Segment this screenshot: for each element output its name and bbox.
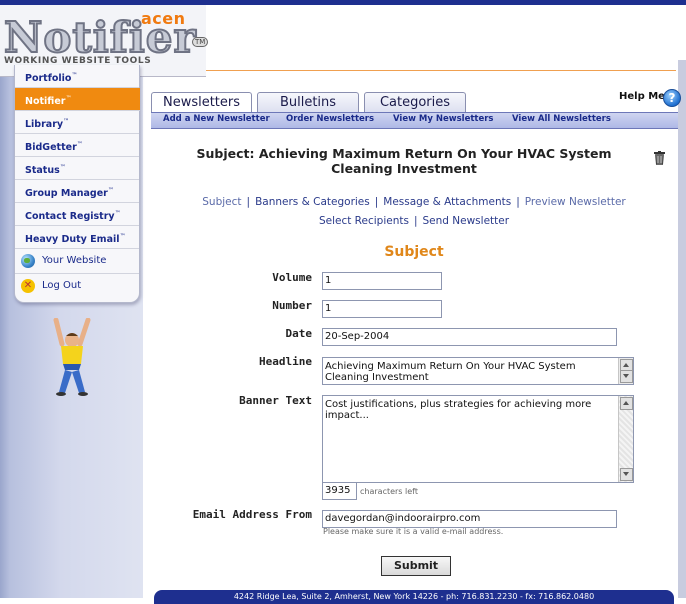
sidebar-item-label: Group Manager [25, 188, 108, 200]
step-separator: | [246, 196, 251, 208]
email-hint: Please make sure it is a valid e-mail ad… [323, 527, 504, 536]
submit-button[interactable]: Submit [381, 556, 451, 576]
sidebar-item-group-manager[interactable]: Group Manager™ [15, 180, 139, 203]
sidebar-item-contact-registry[interactable]: Contact Registry™ [15, 203, 139, 226]
subnav-add-newsletter[interactable]: Add a New Newsletter [163, 114, 270, 124]
sidebar-item-library[interactable]: Library™ [15, 111, 139, 134]
sidebar-item-label: Your Website [42, 255, 107, 266]
sidebar-item-bidgetter[interactable]: BidGetter™ [15, 134, 139, 157]
step-separator: | [413, 215, 418, 227]
email-from-label: Email Address From [192, 508, 312, 521]
trademark-mark: ™ [114, 210, 121, 217]
trademark-mark: ™ [76, 141, 83, 148]
sidebar-item-label: BidGetter [25, 142, 77, 154]
banner-text: Cost justifications, plus strategies for… [325, 399, 592, 421]
step-separator: | [374, 196, 379, 208]
step-subject[interactable]: Subject [202, 196, 241, 208]
headline-textarea[interactable]: Achieving Maximum Return On Your HVAC Sy… [322, 357, 634, 385]
tab-bulletins[interactable]: Bulletins [257, 92, 359, 113]
help-icon[interactable]: ? [663, 89, 681, 107]
banner-text-scrollbar[interactable] [618, 396, 633, 482]
sidebar-item-label: Contact Registry [25, 211, 115, 223]
step-send-newsletter[interactable]: Send Newsletter [423, 215, 510, 227]
trademark-mark: ™ [119, 233, 126, 240]
subnav-order-newsletters[interactable]: Order Newsletters [286, 114, 374, 124]
volume-input[interactable]: 1 [322, 272, 442, 290]
trash-icon[interactable] [654, 151, 665, 165]
step-preview-newsletter[interactable]: Preview Newsletter [525, 196, 626, 208]
sidebar-item-label: Notifier [25, 96, 66, 108]
step-banners-categories[interactable]: Banners & Categories [255, 196, 370, 208]
headline-text: Achieving Maximum Return On Your HVAC Sy… [325, 361, 576, 383]
sidebar-item-label: Status [25, 165, 60, 177]
sub-navigation: Add a New Newsletter Order Newsletters V… [151, 112, 678, 129]
volume-label: Volume [272, 271, 312, 284]
step-select-recipients[interactable]: Select Recipients [319, 215, 409, 227]
characters-left-label: characters left [360, 487, 418, 496]
trademark-mark: ™ [107, 187, 114, 194]
logo-trademark: TM [192, 37, 209, 47]
date-input[interactable]: 20-Sep-2004 [322, 328, 617, 346]
right-edge-shade [678, 60, 686, 598]
scroll-down-arrow-icon[interactable] [620, 468, 633, 481]
trademark-mark: ™ [63, 118, 70, 125]
subnav-view-my-newsletters[interactable]: View My Newsletters [393, 114, 494, 124]
footer-address: 4242 Ridge Lea, Suite 2, Amherst, New Yo… [154, 590, 674, 604]
headline-label: Headline [259, 355, 312, 368]
page-title: Subject: Achieving Maximum Return On You… [196, 146, 612, 176]
step-separator: | [516, 196, 520, 208]
sidebar-item-notifier[interactable]: Notifier™ [15, 88, 140, 111]
logo-product: Notifier [3, 13, 197, 62]
banner-text-label: Banner Text [239, 394, 312, 407]
sidebar-item-label: Portfolio [25, 73, 72, 85]
trademark-mark: ™ [59, 164, 66, 171]
headline-scrollbar[interactable] [618, 358, 633, 384]
characters-left-count: 3935 [322, 482, 357, 500]
trademark-mark: ™ [65, 95, 72, 102]
date-label: Date [285, 327, 313, 340]
header-divider [206, 70, 676, 71]
help-link[interactable]: Help Me [619, 91, 665, 102]
sidebar-nav: Portfolio™ Notifier™ Library™ BidGetter™… [14, 65, 140, 303]
step-message-attachments[interactable]: Message & Attachments [383, 196, 511, 208]
email-from-input[interactable]: davegordan@indoorairpro.com [322, 510, 617, 528]
globe-icon [21, 254, 35, 268]
scroll-up-arrow-icon[interactable] [620, 397, 633, 410]
sidebar-item-label: Library [25, 119, 64, 131]
subnav-view-all-newsletters[interactable]: View All Newsletters [512, 114, 611, 124]
scroll-down-arrow-icon[interactable] [620, 370, 633, 383]
tab-categories[interactable]: Categories [364, 92, 466, 113]
number-label: Number [272, 299, 312, 312]
number-input[interactable]: 1 [322, 300, 442, 318]
sidebar-item-label: Heavy Duty Email [25, 234, 120, 246]
tab-newsletters[interactable]: Newsletters [151, 92, 252, 113]
sidebar-item-status[interactable]: Status™ [15, 157, 139, 180]
sidebar-item-portfolio[interactable]: Portfolio™ [15, 65, 139, 88]
step-navigation: Subject | Banners & Categories | Message & A… [150, 193, 678, 231]
banner-text-textarea[interactable]: Cost justifications, plus strategies for… [322, 395, 634, 483]
sidebar-item-heavy-duty-email[interactable]: Heavy Duty Email™ [15, 226, 139, 249]
section-title: Subject [384, 244, 444, 260]
trademark-mark: ™ [71, 72, 78, 79]
